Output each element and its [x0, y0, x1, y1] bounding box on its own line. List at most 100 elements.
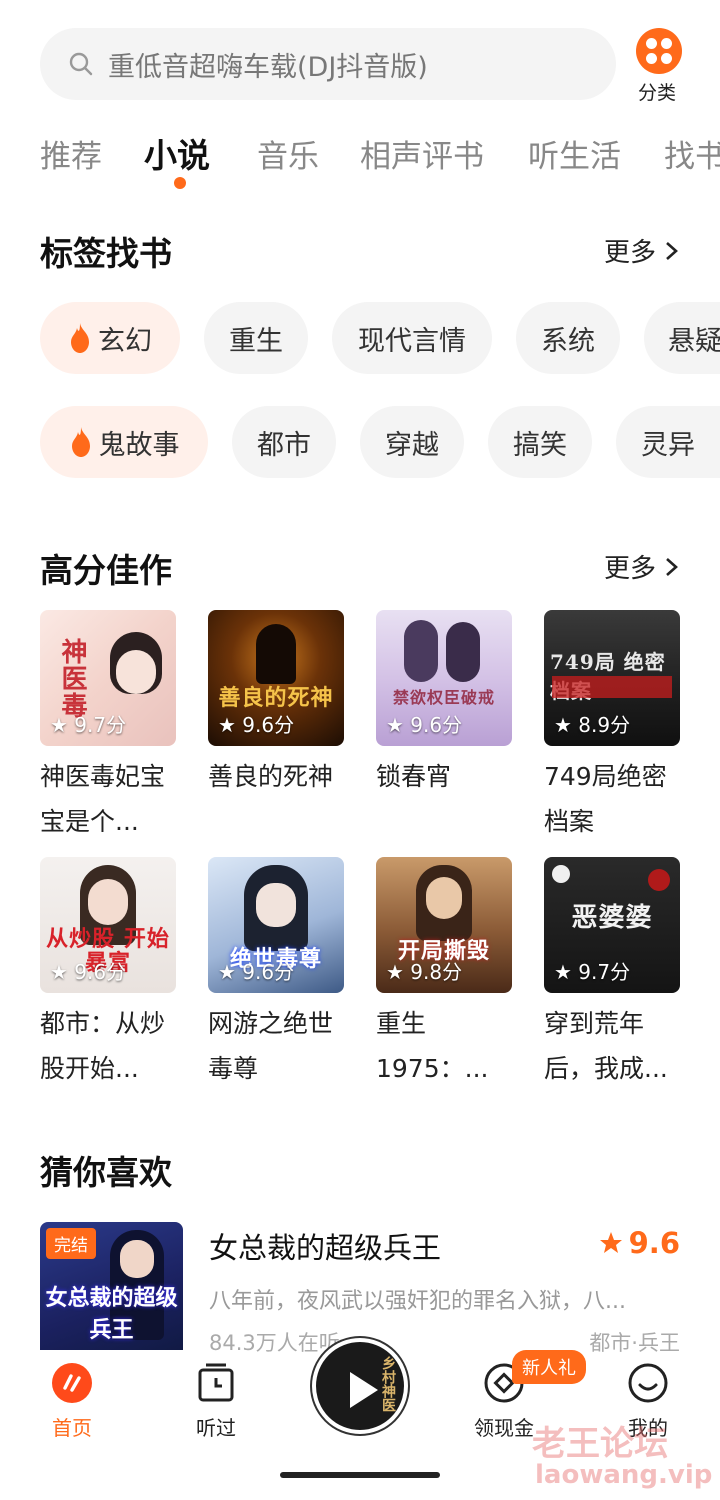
tag-pill-ghost-story[interactable]: 鬼故事: [40, 406, 208, 478]
book-cover: 恶婆婆 ★ 9.7分: [544, 857, 680, 993]
book-score: ★ 9.8分: [386, 960, 463, 984]
cover-figure: [446, 622, 480, 682]
nav-history[interactable]: 听过: [166, 1362, 266, 1441]
home-indicator[interactable]: [280, 1472, 440, 1478]
cover-face: [116, 650, 156, 694]
flame-icon: [71, 323, 89, 353]
book-title: 锁春宵: [376, 762, 452, 791]
profile-smile-icon: [628, 1363, 668, 1403]
flame-icon: [71, 427, 90, 457]
book-title: 网游之绝世毒尊: [208, 1009, 334, 1083]
book-score: ★ 8.9分: [554, 713, 631, 737]
top-rated-more-link[interactable]: 更多: [604, 548, 680, 585]
book-card[interactable]: 善良的死神 ★ 9.6分 善良的死神: [208, 610, 344, 844]
cover-banner: [552, 676, 672, 698]
rec-book-description: 八年前，夜风武以强奸犯的罪名入狱，八...: [209, 1289, 626, 1314]
tab-recommend[interactable]: 推荐: [40, 131, 102, 176]
tag-section-title: 标签找书: [40, 234, 172, 273]
tab-find-book[interactable]: 找书: [664, 131, 720, 176]
chevron-right-icon: [666, 241, 678, 260]
book-card[interactable]: 恶婆婆 ★ 9.7分 穿到荒年后，我成...: [544, 857, 680, 1091]
book-score: ★ 9.6分: [218, 960, 295, 984]
player-cover-text: 乡村神医: [380, 1356, 396, 1412]
cover-face: [120, 1240, 154, 1278]
tag-section-more-link[interactable]: 更多: [604, 232, 680, 269]
book-card[interactable]: 禁欲权臣破戒 ★ 9.6分 锁春宵: [376, 610, 512, 844]
book-title: 749局绝密档案: [544, 762, 667, 836]
book-score: ★ 9.6分: [50, 960, 127, 984]
play-icon: [350, 1372, 378, 1408]
rec-book-cover[interactable]: 完结 女总裁的超级兵王: [40, 1222, 183, 1350]
search-placeholder: 重低音超嗨车载(DJ抖音版): [108, 51, 428, 83]
cover-face: [256, 883, 296, 927]
nav-home[interactable]: 首页: [22, 1362, 122, 1441]
search-bar[interactable]: 重低音超嗨车载(DJ抖音版): [40, 28, 616, 100]
book-cover: 神医毒 ★ 9.7分: [40, 610, 176, 746]
book-title: 穿到荒年后，我成...: [544, 1009, 668, 1083]
cover-flower: [648, 869, 670, 891]
book-cover: 开局撕毁 ★ 9.8分: [376, 857, 512, 993]
mini-player-button[interactable]: 乡村神医: [312, 1338, 408, 1434]
tab-life[interactable]: 听生活: [528, 131, 621, 176]
search-icon: [69, 52, 93, 76]
tag-pill-comedy[interactable]: 搞笑: [488, 406, 592, 478]
top-rated-title: 高分佳作: [40, 551, 172, 590]
history-icon: [198, 1363, 234, 1402]
more-label: 更多: [603, 554, 656, 584]
cover-face: [88, 879, 128, 925]
book-cover: 从炒股 开始暴富 ★ 9.6分: [40, 857, 176, 993]
cover-art-text: 恶婆婆: [571, 903, 653, 933]
active-tab-indicator: [174, 177, 186, 189]
rec-book-title[interactable]: 女总裁的超级兵王: [209, 1225, 441, 1267]
book-score: ★ 9.7分: [50, 713, 127, 737]
tag-pill-system[interactable]: 系统: [516, 302, 620, 374]
book-title: 善良的死神: [208, 762, 334, 791]
book-title: 神医毒妃宝宝是个...: [40, 762, 166, 836]
tag-label: 玄幻: [98, 325, 152, 357]
nav-history-label: 听过: [196, 1416, 236, 1440]
tag-label: 鬼故事: [98, 429, 180, 461]
book-card[interactable]: 749局 绝密档案 ★ 8.9分 749局绝密档案: [544, 610, 680, 844]
rec-book-score: 9.6: [599, 1226, 680, 1260]
book-cover: 749局 绝密档案 ★ 8.9分: [544, 610, 680, 746]
tab-novel[interactable]: 小说: [144, 129, 210, 177]
home-icon: [52, 1363, 92, 1403]
book-cover: 绝世毒尊 ★ 9.6分: [208, 857, 344, 993]
watermark-text: 老王论坛: [532, 1424, 668, 1464]
completed-badge: 完结: [46, 1228, 96, 1259]
watermark-url: laowang.vip: [535, 1460, 713, 1490]
tab-music[interactable]: 音乐: [257, 131, 319, 176]
tag-pill-rebirth[interactable]: 重生: [204, 302, 308, 374]
book-card[interactable]: 从炒股 开始暴富 ★ 9.6分 都市：从炒股开始...: [40, 857, 176, 1091]
book-score: ★ 9.6分: [218, 713, 295, 737]
category-icon: [636, 28, 682, 74]
tag-pill-urban[interactable]: 都市: [232, 406, 336, 478]
tag-pill-time-travel[interactable]: 穿越: [360, 406, 464, 478]
tag-pill-supernatural[interactable]: 灵异: [616, 406, 720, 478]
tag-pill-mystery[interactable]: 悬疑: [644, 302, 720, 374]
book-card[interactable]: 开局撕毁 ★ 9.8分 重生1975：...: [376, 857, 512, 1091]
book-score: ★ 9.6分: [386, 713, 463, 737]
guess-section-title: 猜你喜欢: [40, 1153, 172, 1192]
category-button[interactable]: 分类: [634, 28, 684, 105]
book-card[interactable]: 绝世毒尊 ★ 9.6分 网游之绝世毒尊: [208, 857, 344, 1091]
book-cover: 善良的死神 ★ 9.6分: [208, 610, 344, 746]
tag-pill-modern-romance[interactable]: 现代言情: [332, 302, 492, 374]
nav-home-label: 首页: [52, 1416, 92, 1440]
cover-figure: [404, 620, 438, 682]
category-label: 分类: [637, 82, 676, 104]
cover-flower: [552, 865, 570, 883]
cover-art-text: 善良的死神: [218, 685, 334, 711]
more-label: 更多: [603, 238, 656, 268]
book-title: 重生1975：...: [376, 1009, 489, 1083]
book-score: ★ 9.7分: [554, 960, 631, 984]
book-title: 都市：从炒股开始...: [40, 1009, 166, 1083]
tag-pill-xuanhuan[interactable]: 玄幻: [40, 302, 180, 374]
cover-art-text: 禁欲权臣破戒: [392, 688, 495, 707]
book-cover: 禁欲权臣破戒 ★ 9.6分: [376, 610, 512, 746]
cover-figure: [256, 624, 296, 684]
chevron-right-icon: [666, 557, 678, 576]
cover-face: [426, 877, 462, 919]
tab-crosstalk[interactable]: 相声评书: [360, 131, 484, 176]
book-card[interactable]: 神医毒 ★ 9.7分 神医毒妃宝宝是个...: [40, 610, 176, 844]
